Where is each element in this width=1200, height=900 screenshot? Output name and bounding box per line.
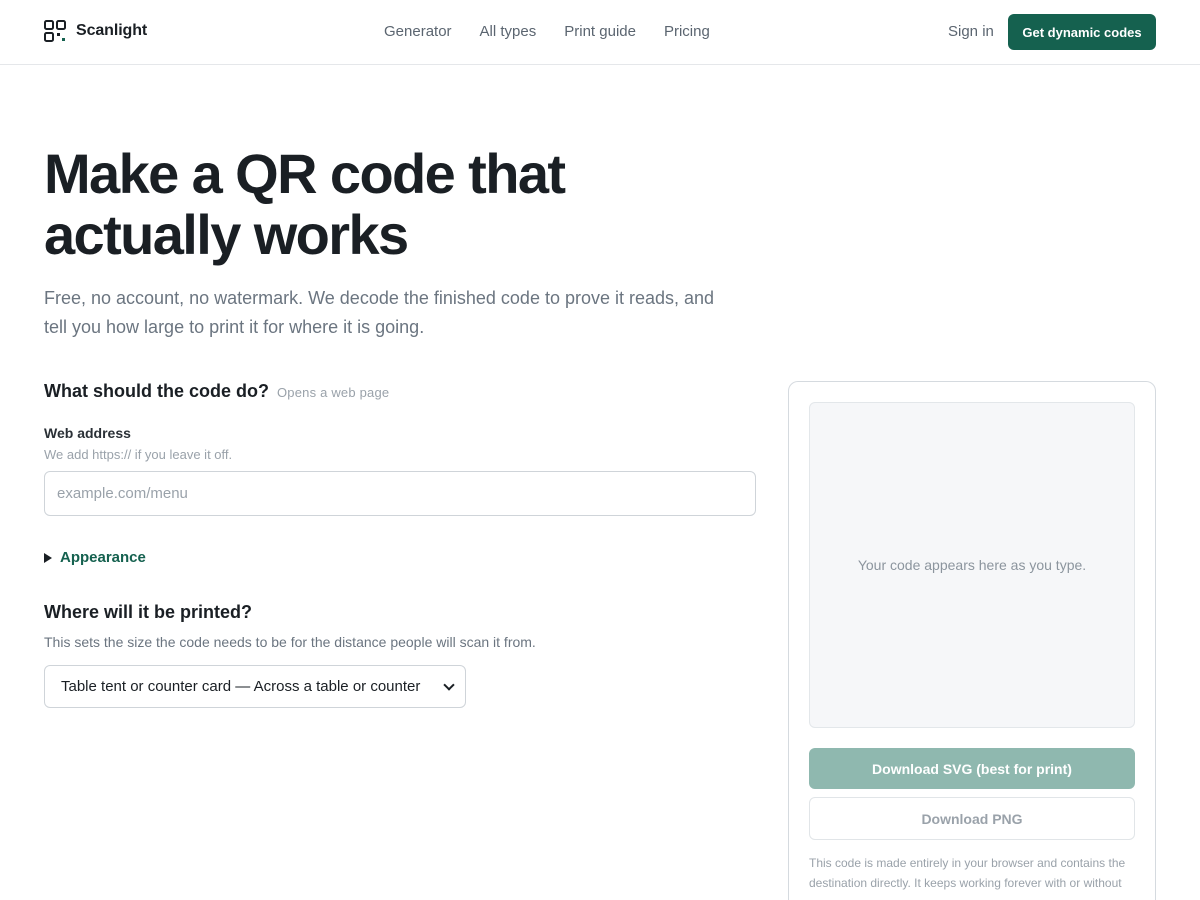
web-address-label: Web address <box>44 425 131 441</box>
page-subtitle: Free, no account, no watermark. We decod… <box>44 288 715 337</box>
print-location-heading: Where will it be printed? <box>44 602 253 622</box>
appearance-label: Appearance <box>60 549 146 566</box>
nav-pricing[interactable]: Pricing <box>664 23 710 40</box>
nav-print-guide[interactable]: Print guide <box>564 23 636 40</box>
print-location-select[interactable]: Table tent or counter card — Across a ta… <box>44 665 466 708</box>
brand[interactable]: Scanlight <box>44 20 147 42</box>
page-title: Make a QR code that actually works <box>44 142 566 266</box>
chevron-down-icon <box>443 678 455 691</box>
download-svg-button[interactable]: Download SVG (best for print) <box>809 748 1135 789</box>
code-type-question: What should the code do? <box>44 381 269 401</box>
qr-logo-icon <box>44 20 66 42</box>
print-location-selected: Table tent or counter card — Across a ta… <box>61 678 421 695</box>
preview-card: Your code appears here as you type. Down… <box>788 381 1156 900</box>
nav-all-types[interactable]: All types <box>480 23 537 40</box>
privacy-note: This code is made entirely in your brows… <box>809 856 1126 900</box>
web-address-help: We add https:// if you leave it off. <box>44 447 233 462</box>
code-type-heading: What should the code do? Opens a web pag… <box>44 381 389 402</box>
download-png-button[interactable]: Download PNG <box>809 797 1135 840</box>
code-type-hint: Opens a web page <box>276 385 390 400</box>
sign-in-link[interactable]: Sign in <box>948 23 994 40</box>
brand-name: Scanlight <box>76 22 148 39</box>
qr-preview-area: Your code appears here as you type. <box>809 402 1135 728</box>
site-header: Scanlight Generator All types Print guid… <box>0 0 1200 65</box>
preview-placeholder: Your code appears here as you type. <box>857 557 1087 573</box>
nav-generator[interactable]: Generator <box>384 23 452 40</box>
main-nav: Generator All types Print guide Pricing <box>384 23 710 40</box>
caret-right-icon <box>44 552 52 563</box>
print-location-help: This sets the size the code needs to be … <box>44 634 536 650</box>
web-address-input[interactable] <box>44 471 756 516</box>
get-dynamic-codes-button[interactable]: Get dynamic codes <box>1008 14 1156 50</box>
appearance-toggle[interactable]: Appearance <box>44 549 146 566</box>
